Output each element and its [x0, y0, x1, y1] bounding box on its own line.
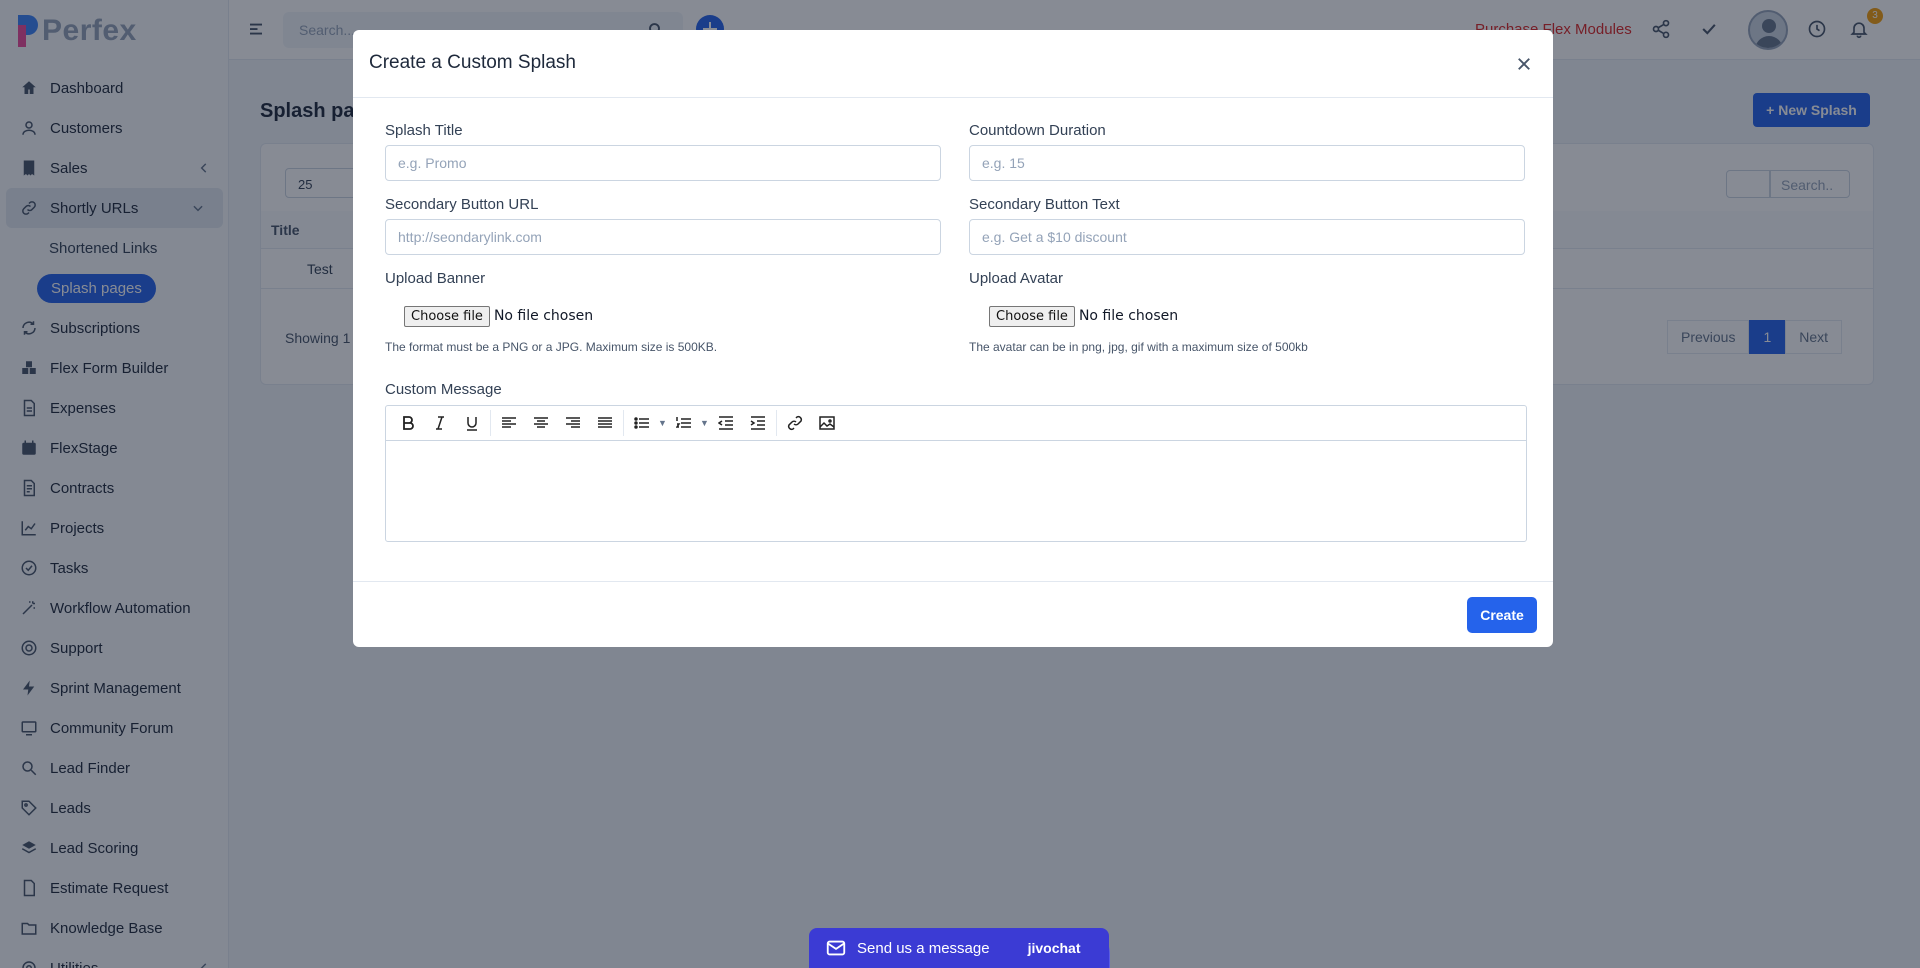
custom-message-label: Custom Message: [385, 381, 502, 398]
splash-title-label: Splash Title: [385, 122, 463, 139]
chat-widget-label: Send us a message: [857, 939, 990, 957]
align-left-icon[interactable]: [493, 408, 525, 438]
chat-widget[interactable]: Send us a message jivochat: [809, 928, 1109, 968]
bullet-list-icon[interactable]: [626, 408, 658, 438]
bullet-list-dropdown-icon[interactable]: ▼: [658, 408, 668, 438]
custom-message-editor: ▼ ▼: [385, 405, 1527, 542]
upload-avatar-field[interactable]: Choose file No file chosen: [989, 301, 1289, 331]
upload-banner-label: Upload Banner: [385, 270, 486, 287]
close-icon[interactable]: [1515, 55, 1533, 73]
numbered-list-icon[interactable]: [668, 408, 700, 438]
upload-banner-field[interactable]: Choose file No file chosen: [404, 301, 704, 331]
upload-banner-button[interactable]: Choose file: [404, 305, 490, 327]
secondary-text-label: Secondary Button Text: [969, 196, 1120, 213]
underline-icon[interactable]: [456, 408, 488, 438]
create-button[interactable]: Create: [1467, 597, 1537, 633]
secondary-url-label: Secondary Button URL: [385, 196, 539, 213]
upload-banner-help: The format must be a PNG or a JPG. Maxim…: [385, 340, 718, 354]
upload-banner-status: No file chosen: [493, 308, 594, 324]
bold-icon[interactable]: [392, 408, 424, 438]
indent-icon[interactable]: [742, 408, 774, 438]
editor-toolbar: ▼ ▼: [386, 406, 1526, 441]
toolbar-divider: [776, 410, 777, 436]
secondary-url-input[interactable]: [385, 219, 941, 255]
toolbar-divider: [490, 410, 491, 436]
link-icon[interactable]: [779, 408, 811, 438]
upload-avatar-status: No file chosen: [1078, 308, 1179, 324]
image-icon[interactable]: [811, 408, 843, 438]
align-center-icon[interactable]: [525, 408, 557, 438]
toolbar-divider: [623, 410, 624, 436]
secondary-text-input[interactable]: [969, 219, 1525, 255]
mail-icon: [826, 940, 846, 956]
splash-title-input[interactable]: [385, 145, 941, 181]
outdent-icon[interactable]: [710, 408, 742, 438]
align-justify-icon[interactable]: [589, 408, 621, 438]
align-right-icon[interactable]: [557, 408, 589, 438]
modal-title: Create a Custom Splash: [369, 52, 576, 73]
modal-header: Create a Custom Splash: [353, 30, 1553, 98]
modal-footer: Create: [353, 581, 1553, 647]
upload-avatar-label: Upload Avatar: [969, 270, 1063, 287]
countdown-duration-input[interactable]: [969, 145, 1525, 181]
upload-avatar-button[interactable]: Choose file: [989, 305, 1075, 327]
countdown-duration-label: Countdown Duration: [969, 122, 1106, 139]
create-splash-modal: Create a Custom Splash Splash Title Coun…: [353, 30, 1553, 647]
italic-icon[interactable]: [424, 408, 456, 438]
chat-widget-brand: jivochat: [1027, 940, 1081, 956]
numbered-list-dropdown-icon[interactable]: ▼: [700, 408, 710, 438]
upload-avatar-help: The avatar can be in png, jpg, gif with …: [969, 340, 1308, 354]
